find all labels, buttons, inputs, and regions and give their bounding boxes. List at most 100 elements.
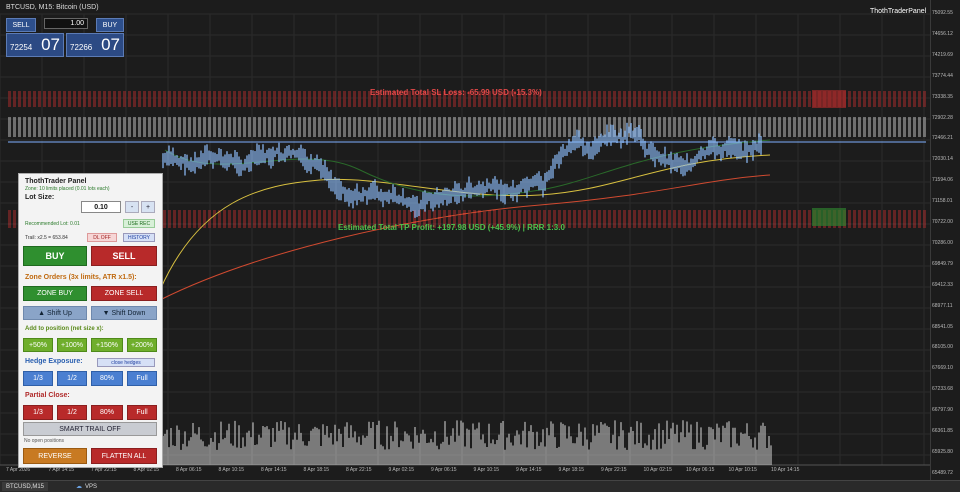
buy-price-box[interactable]: 72266 07 <box>66 33 124 57</box>
price-tick: 72902.28 <box>932 114 953 121</box>
lot-size-input[interactable]: 0.10 <box>81 201 121 213</box>
quick-sell-button[interactable]: SELL <box>6 18 36 32</box>
add-200-button[interactable]: +200% <box>127 338 157 352</box>
sell-button[interactable]: SELL <box>91 246 157 266</box>
time-tick: 9 Apr 18:15 <box>558 467 585 473</box>
panel-subtitle: Zone: 10 limits placed (0.01 lots each) <box>25 186 110 192</box>
price-tick: 68541.05 <box>932 323 953 330</box>
quick-lot-input[interactable]: 1.00 <box>44 18 88 29</box>
time-tick: 10 Apr 02:15 <box>643 467 672 473</box>
price-tick: 70286.00 <box>932 239 953 246</box>
time-tick: 10 Apr 14:15 <box>771 467 800 473</box>
buy-price-small: 72266 <box>70 43 93 52</box>
use-rec-button[interactable]: USE REC <box>123 219 155 228</box>
price-tick: 72030.14 <box>932 156 953 163</box>
price-tick: 75092.55 <box>932 10 953 16</box>
price-tick: 66361.85 <box>932 428 953 434</box>
trail-info: Trail: x2.5 = 653.84 <box>25 235 68 241</box>
time-tick: 8 Apr 14:15 <box>261 467 287 473</box>
time-tick: 10 Apr 10:15 <box>728 467 757 473</box>
price-tick: 66797.90 <box>932 407 953 414</box>
partial-half-button[interactable]: 1/2 <box>57 405 87 420</box>
price-tick: 68105.00 <box>932 344 953 351</box>
entry-zone <box>8 117 926 143</box>
recommended-lot: Recommended Lot: 0.01 <box>25 221 80 227</box>
sell-price-big: 07 <box>41 35 60 54</box>
price-tick: 73774.44 <box>932 72 953 79</box>
trader-panel: ThothTrader Panel Zone: 10 limits placed… <box>18 173 163 468</box>
hedge-label: Hedge Exposure: <box>25 358 83 365</box>
no-positions-text: No open positions <box>24 438 65 444</box>
reverse-button[interactable]: REVERSE <box>23 448 87 464</box>
price-tick: 65489.72 <box>932 469 953 476</box>
time-tick: 8 Apr 18:15 <box>303 467 330 473</box>
partial-close-label: Partial Close: <box>25 392 70 399</box>
lot-minus-button[interactable]: - <box>125 201 139 213</box>
close-hedges-button[interactable]: close hedges <box>97 358 155 367</box>
symbol-tab[interactable]: BTCUSD,M15 <box>2 482 49 491</box>
hedge-80-button[interactable]: 80% <box>91 371 123 386</box>
add-150-button[interactable]: +150% <box>91 338 123 352</box>
tp-estimate-label: Estimated Total TP Profit: +197.98 USD (… <box>338 223 565 232</box>
time-tick: 8 Apr 06:15 <box>176 467 202 473</box>
vps-tab[interactable]: ☁ VPS <box>72 482 101 491</box>
price-tick: 71594.06 <box>932 177 953 184</box>
history-button[interactable]: HISTORY <box>123 233 155 242</box>
zone-buy-button[interactable]: ZONE BUY <box>23 286 87 301</box>
time-tick: 8 Apr 10:15 <box>218 467 245 473</box>
time-tick: 8 Apr 22:15 <box>346 467 372 473</box>
price-tick: 74219.69 <box>932 51 953 58</box>
time-tick: 7 Apr 2026 <box>6 467 31 473</box>
zone-orders-label: Zone Orders (3x limits, ATR x1.5): <box>25 274 137 281</box>
shift-down-button[interactable]: ▼ Shift Down <box>91 306 157 320</box>
time-tick: 9 Apr 02:15 <box>388 467 415 473</box>
price-tick: 67669.10 <box>932 365 953 372</box>
dl-off-button[interactable]: DL OFF <box>87 233 117 242</box>
time-tick: 9 Apr 06:15 <box>431 467 457 473</box>
quick-buy-button[interactable]: BUY <box>96 18 124 32</box>
hedge-third-button[interactable]: 1/3 <box>23 371 53 386</box>
sell-price-box[interactable]: 72254 07 <box>6 33 64 57</box>
price-tick: 69412.33 <box>932 281 953 288</box>
sl-estimate-label: Estimated Total SL Loss: -65.99 USD (-15… <box>370 88 542 97</box>
partial-80-button[interactable]: 80% <box>91 405 123 420</box>
time-tick: 9 Apr 10:15 <box>473 467 500 473</box>
brand-label: ThothTraderPanel <box>870 8 927 15</box>
time-tick: 7 Apr 22:15 <box>91 467 117 473</box>
price-tick: 65925.80 <box>932 448 953 455</box>
price-tick: 67233.68 <box>932 386 953 393</box>
add-100-button[interactable]: +100% <box>57 338 87 352</box>
shift-up-button[interactable]: ▲ Shift Up <box>23 306 87 320</box>
time-tick: 9 Apr 22:15 <box>601 467 627 473</box>
price-tick: 70722.00 <box>932 219 953 225</box>
smart-trail-button[interactable]: SMART TRAIL OFF <box>23 422 157 436</box>
price-tick: 69849.79 <box>932 260 953 267</box>
cloud-icon: ☁ <box>76 484 82 490</box>
price-tick: 71158.01 <box>932 198 953 205</box>
lot-plus-button[interactable]: + <box>141 201 155 213</box>
volume-bars <box>162 420 772 465</box>
panel-title: ThothTrader Panel <box>25 178 87 185</box>
price-tick: 68977.11 <box>932 302 953 309</box>
partial-third-button[interactable]: 1/3 <box>23 405 53 420</box>
time-tick: 9 Apr 14:15 <box>516 467 542 473</box>
hedge-full-button[interactable]: Full <box>127 371 157 386</box>
time-tick: 7 Apr 14:15 <box>48 467 75 473</box>
window-title: BTCUSD, M15: Bitcoin (USD) <box>6 4 99 11</box>
vps-label: VPS <box>85 483 98 490</box>
zone-sell-button[interactable]: ZONE SELL <box>91 286 157 301</box>
add-position-label: Add to position (net size x): <box>25 326 104 332</box>
lot-size-label: Lot Size: <box>25 194 55 201</box>
price-tick: 74656.12 <box>932 30 953 37</box>
buy-button[interactable]: BUY <box>23 246 87 266</box>
hedge-half-button[interactable]: 1/2 <box>57 371 87 386</box>
time-tick: 8 Apr 02:15 <box>133 467 160 473</box>
partial-full-button[interactable]: Full <box>127 405 157 420</box>
chart-tab-bar: BTCUSD,M15 ☁ VPS <box>0 480 960 492</box>
add-50-button[interactable]: +50% <box>23 338 53 352</box>
price-tick: 72466.21 <box>932 135 953 142</box>
sell-price-small: 72254 <box>10 43 33 52</box>
buy-price-big: 07 <box>101 35 120 54</box>
flatten-all-button[interactable]: FLATTEN ALL <box>91 448 157 464</box>
price-tick: 73338.35 <box>932 93 953 100</box>
